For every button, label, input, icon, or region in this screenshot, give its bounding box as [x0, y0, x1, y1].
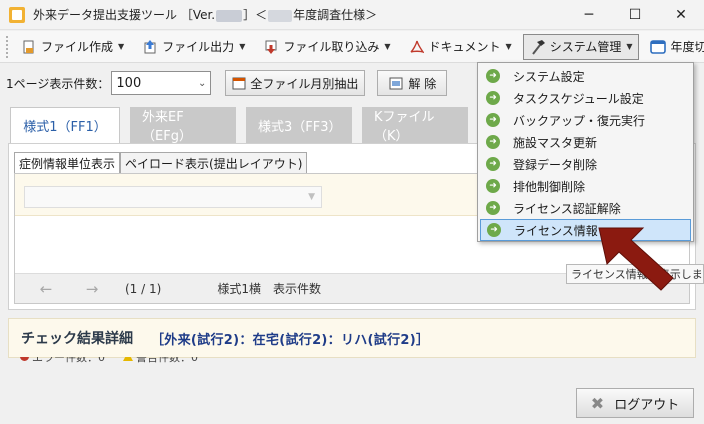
- chevron-down-icon: ▼: [308, 192, 315, 202]
- menu-item-task-schedule[interactable]: ➜ タスクスケジュール設定: [480, 87, 691, 109]
- error-count-label[interactable]: エラー件数：0: [32, 357, 105, 368]
- warning-count-label[interactable]: 警告件数：0: [136, 357, 198, 368]
- warning-icon: [123, 357, 133, 361]
- app-icon: [9, 6, 25, 23]
- arrow-right-icon: ➜: [486, 135, 500, 149]
- close-button[interactable]: ✕: [658, 0, 704, 30]
- arrow-right-icon: ➜: [486, 157, 500, 171]
- logout-label: ログアウト: [614, 397, 680, 413]
- release-button[interactable]: 解 除: [377, 70, 448, 96]
- logout-button[interactable]: ✖ ログアウト: [576, 388, 694, 418]
- toolbar-grip[interactable]: [6, 35, 8, 58]
- menu-item-label: バックアップ・復元実行: [513, 113, 646, 128]
- check-result-header: チェック結果詳細 ［外来(試行2)：在宅(試行2)：リハ(試行2)］: [8, 318, 696, 358]
- menu-item-facility-master-update[interactable]: ➜ 施設マスタ更新: [480, 131, 691, 153]
- menu-item-label: 登録データ削除: [513, 157, 598, 172]
- fiscal-year-label: 年度切替: [670, 40, 704, 54]
- chevron-down-icon: ▼: [118, 42, 125, 51]
- check-mode-label: ［外来(試行2)：在宅(試行2)：リハ(試行2)］: [151, 332, 430, 348]
- release-icon: [388, 75, 404, 91]
- title-mid: ］＜: [243, 8, 268, 22]
- subtab-case-info[interactable]: 症例情報単位表示: [14, 152, 121, 174]
- document-menu[interactable]: ドキュメント ▼: [402, 34, 519, 60]
- maximize-button[interactable]: ☐: [612, 0, 658, 30]
- menu-item-system-settings[interactable]: ➜ システム設定: [480, 65, 691, 87]
- subtab-payload[interactable]: ペイロード表示(提出レイアウト): [120, 152, 308, 174]
- menu-item-label: 施設マスタ更新: [513, 135, 598, 150]
- arrow-right-icon: ➜: [486, 201, 500, 215]
- system-admin-dropdown: ➜ システム設定 ➜ タスクスケジュール設定 ➜ バックアップ・復元実行 ➜ 施設マスタ…: [477, 62, 694, 242]
- file-export-label: ファイル出力: [162, 40, 235, 54]
- view-subtabs: 症例情報単位表示 ペイロード表示(提出レイアウト): [14, 152, 308, 174]
- calendar-icon: [232, 75, 246, 91]
- file-import-label: ファイル取り込み: [283, 40, 380, 54]
- arrow-right-icon: ➜: [487, 223, 501, 237]
- release-label: 解 除: [408, 76, 437, 91]
- page-position: (1 / 1): [125, 281, 162, 296]
- check-status-strip: エラー件数：0 警告件数：0: [8, 357, 248, 368]
- chevron-down-icon: ▼: [384, 42, 391, 51]
- window-controls: ─ ☐ ✕: [566, 0, 704, 30]
- window-title: 外来データ提出支援ツール ［Ver. ］＜ 年度調査仕様＞: [33, 6, 377, 23]
- tab-ff3[interactable]: 様式3（FF3）: [246, 107, 352, 143]
- filter-combobox: ▼: [24, 186, 322, 208]
- close-icon: ✖: [590, 393, 605, 413]
- arrow-right-icon: ➜: [486, 179, 500, 193]
- document-label: ドキュメント: [428, 40, 501, 54]
- extract-all-monthly-label: 全ファイル月別抽出: [250, 76, 359, 91]
- extract-all-monthly-button[interactable]: 全ファイル月別抽出: [225, 70, 366, 96]
- tab-ff1[interactable]: 様式1（FF1）: [10, 107, 120, 143]
- menu-item-delete-registered-data[interactable]: ➜ 登録データ削除: [480, 153, 691, 175]
- chevron-down-icon: ▼: [505, 42, 512, 51]
- title-prefix: 外来データ提出支援ツール ［Ver.: [33, 8, 216, 22]
- menu-item-delete-lock[interactable]: ➜ 排他制御削除: [480, 175, 691, 197]
- file-export-icon: [142, 39, 158, 55]
- arrow-right-icon: ➜: [486, 91, 500, 105]
- chevron-down-icon: ▼: [626, 42, 633, 51]
- file-import-icon: [263, 39, 279, 55]
- minimize-button[interactable]: ─: [566, 0, 612, 30]
- tab-k-file[interactable]: Kファイル（K）: [362, 107, 468, 144]
- main-toolbar: ファイル作成 ▼ ファイル出力 ▼ ファイル取り込み ▼ ドキュメント ▼ システム管理…: [0, 31, 704, 63]
- chevron-down-icon: ⌄: [198, 77, 207, 89]
- arrow-right-icon: ➜: [486, 69, 500, 83]
- tab-efg[interactable]: 外来EF（EFg）: [130, 107, 236, 144]
- page-size-value: 100: [116, 75, 142, 91]
- hammer-icon: [530, 39, 546, 55]
- next-page-button[interactable]: →: [75, 278, 109, 300]
- menu-item-label: タスクスケジュール設定: [513, 91, 644, 106]
- error-icon: [20, 357, 29, 361]
- system-admin-menu[interactable]: システム管理 ▼: [522, 33, 640, 60]
- title-bar: 外来データ提出支援ツール ［Ver. ］＜ 年度調査仕様＞ ─ ☐ ✕: [0, 0, 704, 30]
- menu-item-license-deactivate[interactable]: ➜ ライセンス認証解除: [480, 197, 691, 219]
- form-tabs: 様式1（FF1） 外来EF（EFg） 様式3（FF3） Kファイル（K）: [10, 107, 478, 144]
- arrow-right-icon: ➜: [486, 113, 500, 127]
- menu-item-label: ライセンス認証解除: [513, 201, 621, 216]
- window-icon: [650, 39, 667, 55]
- page-size-label: 1ページ表示件数：: [6, 76, 110, 91]
- file-export-menu[interactable]: ファイル出力 ▼: [135, 34, 252, 60]
- prev-page-button[interactable]: ←: [29, 278, 63, 300]
- year-redacted: [268, 9, 293, 22]
- file-create-icon: [21, 39, 37, 55]
- file-create-label: ファイル作成: [41, 40, 114, 54]
- fiscal-year-switch[interactable]: 年度切替: [643, 34, 704, 60]
- annotation-arrow-icon: [598, 227, 674, 291]
- menu-item-label: システム設定: [513, 69, 585, 84]
- pdf-document-icon: [409, 39, 425, 55]
- file-create-menu[interactable]: ファイル作成 ▼: [14, 34, 131, 60]
- menu-item-backup-restore[interactable]: ➜ バックアップ・復元実行: [480, 109, 691, 131]
- title-suffix: 年度調査仕様＞: [293, 8, 378, 22]
- system-admin-label: システム管理: [549, 40, 622, 54]
- menu-item-label: 排他制御削除: [513, 179, 586, 194]
- check-result-title: チェック結果詳細: [21, 331, 133, 347]
- file-import-menu[interactable]: ファイル取り込み ▼: [256, 34, 397, 60]
- page-size-select[interactable]: 100 ⌄: [111, 71, 212, 95]
- form-count-label: 様式1横 表示件数: [217, 282, 321, 296]
- chevron-down-icon: ▼: [239, 42, 246, 51]
- version-redacted: [216, 9, 243, 22]
